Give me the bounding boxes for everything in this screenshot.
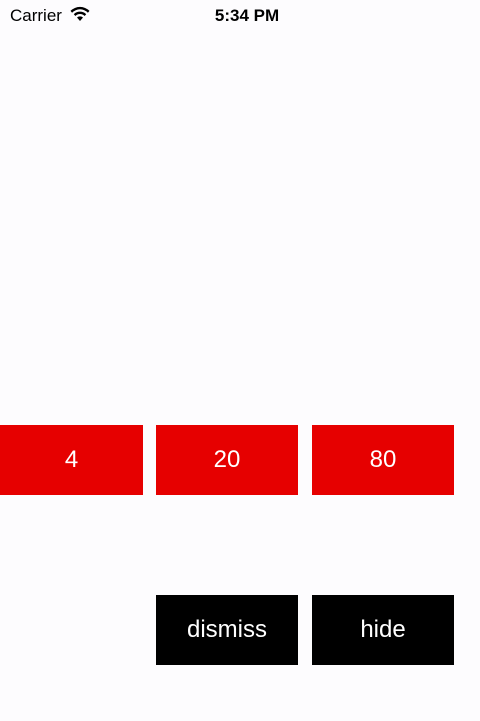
value-button-4[interactable]: 4 — [0, 425, 143, 495]
dismiss-button[interactable]: dismiss — [156, 595, 298, 665]
value-button-80[interactable]: 80 — [312, 425, 454, 495]
clock: 5:34 PM — [214, 6, 280, 25]
status-bar: Carrier 5:34 PM — [0, 0, 480, 32]
hide-button[interactable]: hide — [312, 595, 454, 665]
value-button-20[interactable]: 20 — [156, 425, 298, 495]
